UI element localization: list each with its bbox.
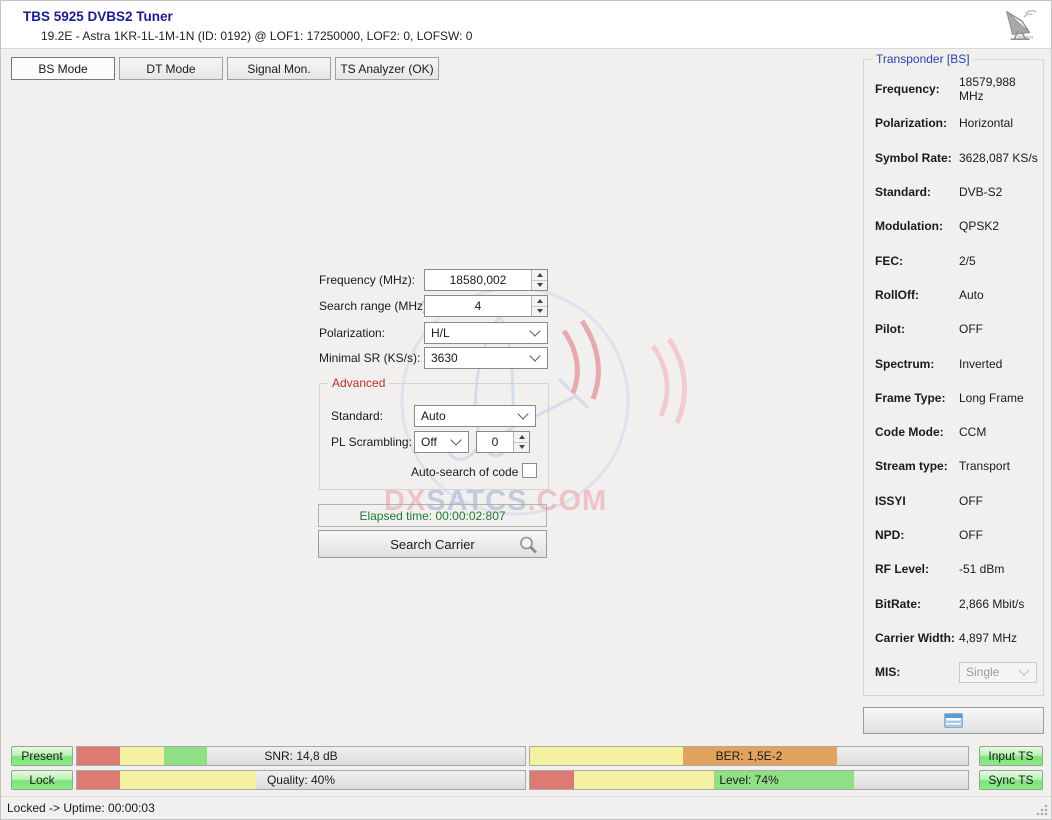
- polarization-select[interactable]: H/L: [424, 322, 548, 344]
- chevron-down-icon: [517, 408, 528, 419]
- svg-text:dxsatcs: dxsatcs: [1017, 34, 1034, 40]
- lock-indicator: Lock: [11, 770, 73, 790]
- transponder-row: FEC:2/5: [864, 243, 1043, 277]
- transponder-row: Frame Type:Long Frame: [864, 381, 1043, 415]
- quality-meter-text: Quality: 40%: [77, 771, 525, 789]
- transponder-row: RollOff:Auto: [864, 278, 1043, 312]
- search-range-input[interactable]: 4: [424, 295, 548, 317]
- statusbar: Locked -> Uptime: 00:00:03: [1, 796, 1051, 819]
- transponder-row: Spectrum:Inverted: [864, 346, 1043, 380]
- polarization-value: H/L: [425, 326, 531, 340]
- resize-grip[interactable]: [1035, 803, 1049, 817]
- transponder-row: Standard:DVB-S2: [864, 175, 1043, 209]
- mis-value: Single: [960, 665, 1020, 679]
- chevron-down-icon: [529, 325, 540, 336]
- spin-up-icon[interactable]: [532, 296, 547, 306]
- standard-select[interactable]: Auto: [414, 405, 536, 427]
- auto-search-label: Auto-search of code: [411, 465, 518, 479]
- advanced-group-title: Advanced: [328, 376, 389, 390]
- input-ts-indicator: Input TS: [979, 746, 1043, 766]
- transponder-row: Stream type:Transport: [864, 449, 1043, 483]
- tab-bs-mode[interactable]: BS Mode: [11, 57, 115, 80]
- transponder-row: Pilot:OFF: [864, 312, 1043, 346]
- search-carrier-button[interactable]: Search Carrier: [318, 530, 547, 558]
- statusbar-text: Locked -> Uptime: 00:00:03: [7, 801, 155, 815]
- spin-up-icon[interactable]: [514, 432, 529, 442]
- pl-scrambling-value: Off: [415, 435, 452, 449]
- sync-ts-indicator: Sync TS: [979, 770, 1043, 790]
- auto-search-checkbox[interactable]: [522, 463, 537, 478]
- spin-down-icon[interactable]: [532, 280, 547, 291]
- tuner-window: DXSATCS.COM TBS 5925 DVBS2 Tuner 19.2E -…: [0, 0, 1052, 820]
- transponder-row: Modulation:QPSK2: [864, 209, 1043, 243]
- level-meter-text: Level: 74%: [530, 771, 968, 789]
- transponder-list-icon: [944, 713, 964, 729]
- transponder-panel-title: Transponder [BS]: [872, 52, 974, 66]
- app-title: TBS 5925 DVBS2 Tuner: [23, 9, 173, 24]
- search-range-label: Search range (MHz):: [319, 299, 430, 313]
- pl-scrambling-select[interactable]: Off: [414, 431, 469, 453]
- pl-scrambling-label: PL Scrambling:: [331, 435, 412, 449]
- header: TBS 5925 DVBS2 Tuner 19.2E - Astra 1KR-1…: [1, 1, 1051, 49]
- tab-dt-mode[interactable]: DT Mode: [119, 57, 223, 80]
- transponder-row: Code Mode:CCM: [864, 415, 1043, 449]
- ber-meter: BER: 1,5E-2: [529, 746, 969, 766]
- chevron-down-icon: [1018, 665, 1029, 676]
- frequency-value: 18580,002: [425, 273, 531, 287]
- tab-ts-analyzer[interactable]: TS Analyzer (OK): [335, 57, 439, 80]
- frequency-spinner: [531, 270, 547, 290]
- magnifier-icon: [518, 535, 538, 555]
- spin-up-icon[interactable]: [532, 270, 547, 280]
- snr-meter-text: SNR: 14,8 dB: [77, 747, 525, 765]
- transponder-row: Carrier Width:4,897 MHz: [864, 621, 1043, 655]
- search-range-value: 4: [425, 299, 531, 313]
- spin-down-icon[interactable]: [532, 306, 547, 317]
- polarization-label: Polarization:: [319, 326, 385, 340]
- transponder-row: ISSYIOFF: [864, 484, 1043, 518]
- transponder-list-button[interactable]: [863, 707, 1044, 734]
- quality-meter: Quality: 40%: [76, 770, 526, 790]
- standard-value: Auto: [415, 409, 519, 423]
- present-indicator: Present: [11, 746, 73, 766]
- transponder-row: RF Level:-51 dBm: [864, 552, 1043, 586]
- snr-meter: SNR: 14,8 dB: [76, 746, 526, 766]
- transponder-row: Frequency:18579,988 MHz: [864, 72, 1043, 106]
- minimal-sr-value: 3630: [425, 351, 531, 365]
- mis-select: Single: [959, 662, 1037, 683]
- chevron-down-icon: [450, 434, 461, 445]
- transponder-panel: Transponder [BS] Frequency:18579,988 MHz…: [863, 59, 1044, 696]
- minimal-sr-select[interactable]: 3630: [424, 347, 548, 369]
- frequency-input[interactable]: 18580,002: [424, 269, 548, 291]
- frequency-label: Frequency (MHz):: [319, 273, 415, 287]
- pl-code-input[interactable]: 0: [476, 431, 530, 453]
- pl-code-spinner: [513, 432, 529, 452]
- transponder-row: BitRate:2,866 Mbit/s: [864, 586, 1043, 620]
- satellite-dish-icon: dxsatcs: [1001, 7, 1039, 43]
- transponder-row: Symbol Rate:3628,087 KS/s: [864, 141, 1043, 175]
- chevron-down-icon: [529, 350, 540, 361]
- transponder-row: NPD:OFF: [864, 518, 1043, 552]
- mode-tabs: BS Mode DT Mode Signal Mon. TS Analyzer …: [11, 57, 439, 80]
- transponder-rows: Frequency:18579,988 MHz Polarization:Hor…: [864, 72, 1043, 689]
- ber-meter-text: BER: 1,5E-2: [530, 747, 968, 765]
- elapsed-time-box: Elapsed time: 00:00:02:807: [318, 504, 547, 527]
- level-meter: Level: 74%: [529, 770, 969, 790]
- search-carrier-label: Search Carrier: [390, 537, 475, 552]
- transponder-row-mis: MIS: Single: [864, 655, 1043, 689]
- pl-code-value: 0: [477, 435, 513, 449]
- search-range-spinner: [531, 296, 547, 316]
- minimal-sr-label: Minimal SR (KS/s):: [319, 351, 420, 365]
- elapsed-time-text: Elapsed time: 00:00:02:807: [359, 509, 505, 523]
- transponder-row: Polarization:Horizontal: [864, 106, 1043, 140]
- mis-label: MIS:: [875, 665, 959, 679]
- spin-down-icon[interactable]: [514, 442, 529, 453]
- standard-label: Standard:: [331, 409, 383, 423]
- satellite-info-subtitle: 19.2E - Astra 1KR-1L-1M-1N (ID: 0192) @ …: [41, 29, 472, 43]
- tab-signal-mon[interactable]: Signal Mon.: [227, 57, 331, 80]
